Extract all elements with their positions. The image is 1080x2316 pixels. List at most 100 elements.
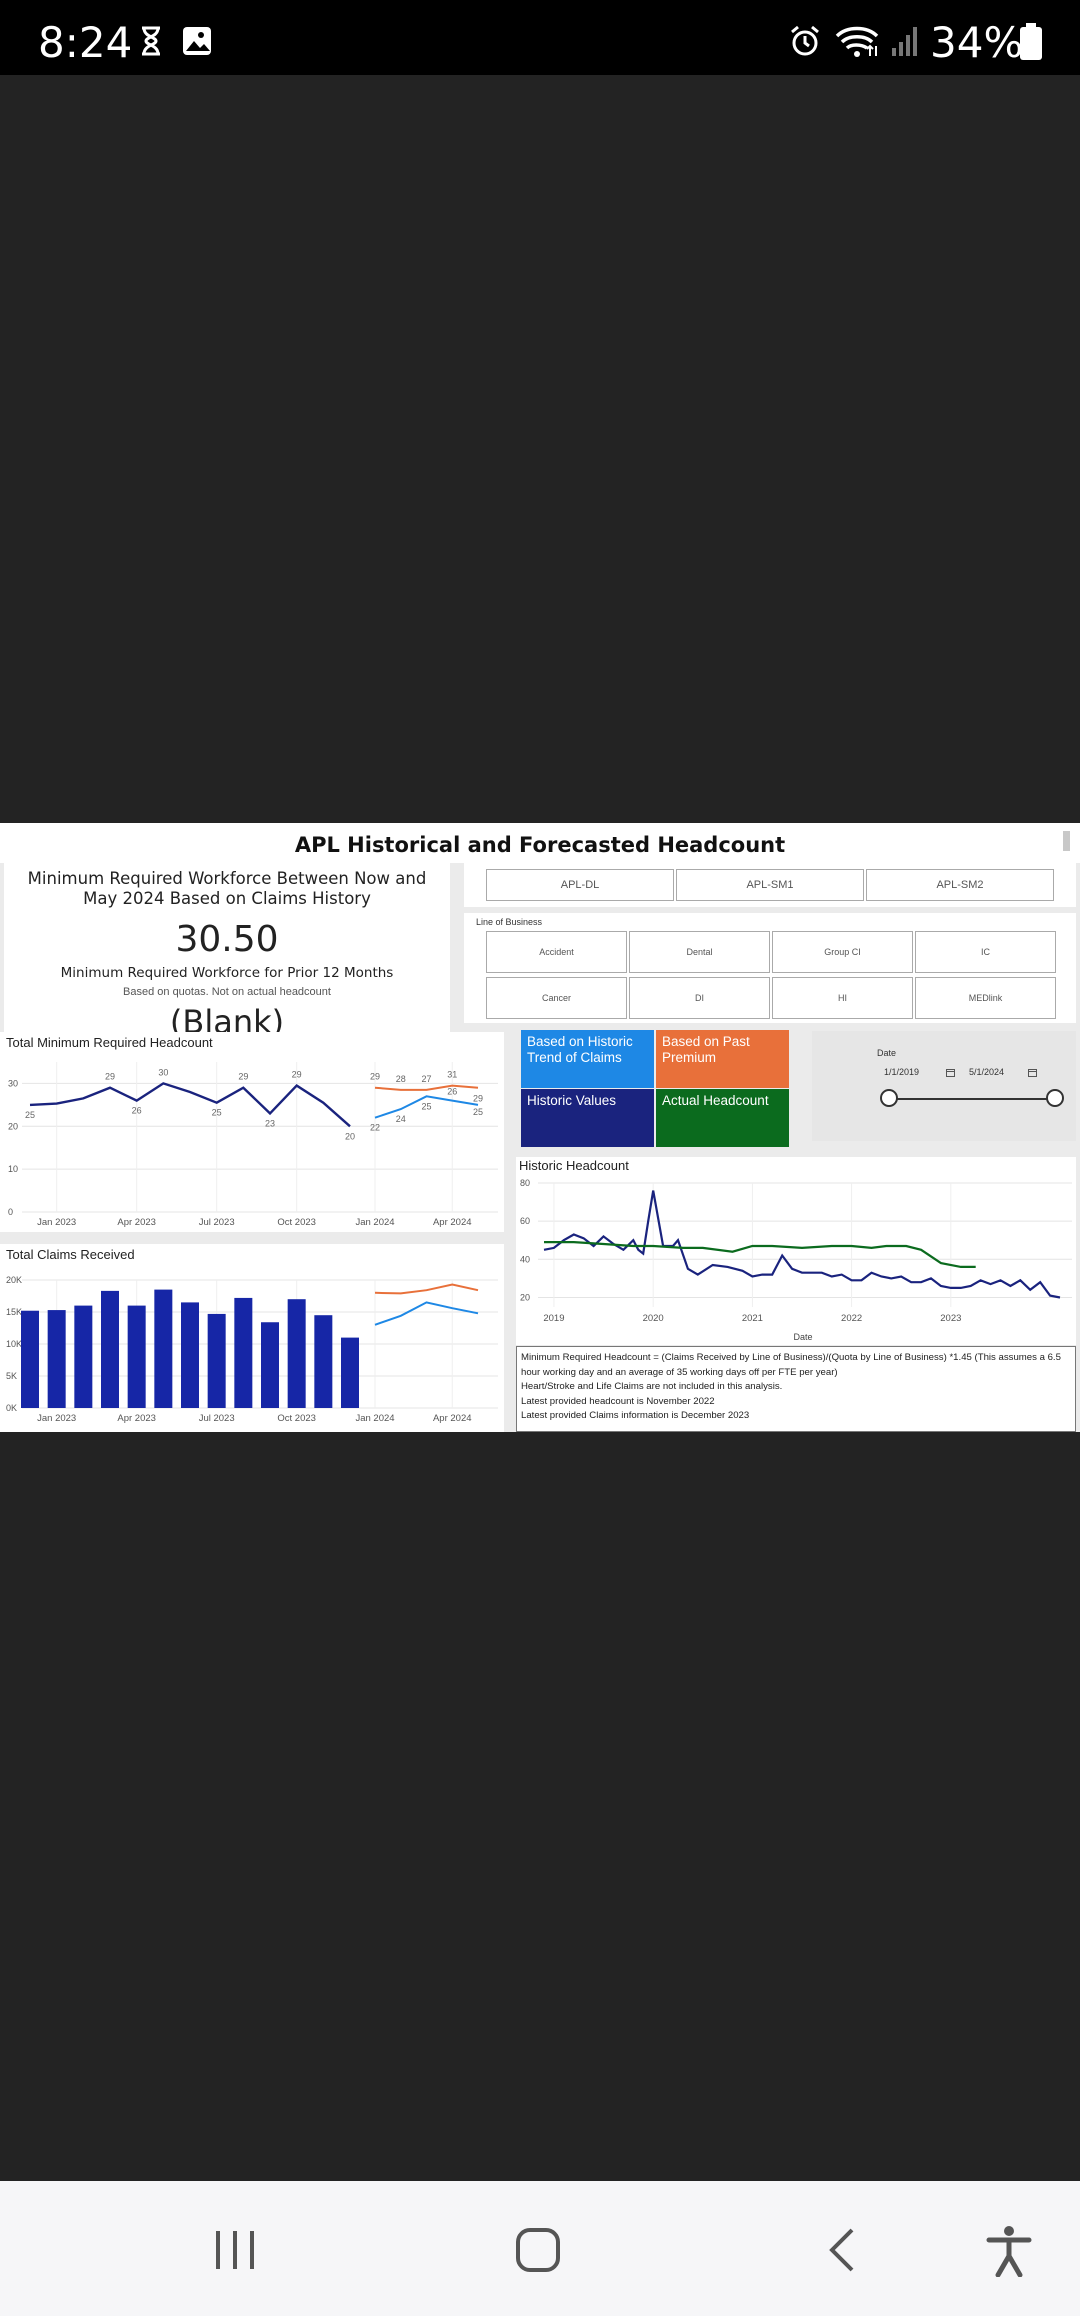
battery-percent: 34% [930,18,1024,67]
x-tick-label: Apr 2024 [433,1413,472,1424]
date-range-end-handle[interactable] [1046,1089,1064,1107]
legend-card-actual-headcount: Actual Headcount [656,1089,789,1147]
claims-bar [154,1289,173,1408]
lob-ic-button[interactable]: IC [915,931,1056,973]
lob-cancer-button[interactable]: Cancer [486,977,627,1019]
wifi-icon [835,26,879,57]
claims-bar [21,1310,39,1408]
slicer-apl-sm2-button[interactable]: APL-SM2 [866,869,1054,901]
x-tick-label: 2020 [643,1313,664,1324]
y-tick-label: 60 [520,1216,530,1226]
data-label: 27 [421,1074,431,1084]
series-line [374,1084,479,1091]
accessibility-icon[interactable] [984,2225,1034,2277]
note-line: Latest provided Claims information is De… [521,1410,750,1421]
x-tick-label: 2022 [841,1313,862,1324]
data-label: 22 [370,1123,380,1133]
y-tick-label: 0 [8,1207,13,1217]
y-tick-label: 5K [6,1371,17,1381]
slicer-apl-sm1-button[interactable]: APL-SM1 [676,869,864,901]
data-label: 26 [132,1106,142,1116]
x-tick-label: Oct 2023 [277,1413,316,1424]
series-line [374,1283,479,1295]
end-calendar-icon[interactable] [1028,1068,1037,1077]
series-line [544,1240,976,1269]
lob-group-ci-button[interactable]: Group CI [772,931,913,973]
claims-bar [207,1313,226,1408]
kpi-subheading: Minimum Required Workforce for Prior 12 … [60,965,394,981]
date-slicer-label: Date [877,1048,897,1058]
series-line [374,1301,479,1326]
status-bar: 8:24 34% [0,0,1080,75]
data-label: 30 [158,1067,168,1077]
y-tick-label: 20K [6,1275,22,1285]
kpi-panel: Minimum Required Workforce Between Now a… [4,863,450,1049]
lob-hi-button[interactable]: HI [772,977,913,1019]
lob-medlink-button[interactable]: MEDlink [915,977,1056,1019]
lob-dental-button[interactable]: Dental [629,931,770,973]
date-range-track[interactable] [889,1098,1055,1100]
legend-card-historic-trend: Based on Historic Trend of Claims [521,1030,654,1088]
y-tick-label: 10 [8,1164,18,1174]
x-tick-label: 2021 [742,1313,763,1324]
back-icon[interactable] [822,2227,868,2273]
x-axis-label: Date [793,1332,812,1342]
claims-bar [181,1302,199,1408]
series-line [543,1190,1061,1299]
report-title: APL Historical and Forecasted Headcount [294,833,786,857]
x-tick-label: Jan 2023 [37,1413,76,1424]
claims-bar [74,1305,93,1408]
navigation-bar [0,2181,1080,2316]
start-calendar-icon[interactable] [946,1068,955,1077]
claims-bar [287,1299,306,1408]
slicer-apl-dl-button[interactable]: APL-DL [486,869,674,901]
data-label: 29 [238,1072,248,1082]
recent-apps-icon[interactable] [212,2227,258,2273]
data-label: 25 [421,1101,431,1111]
home-icon[interactable] [515,2227,561,2273]
legend-card-historic-values: Historic Values [521,1089,654,1147]
note-line: Latest provided headcount is November 20… [521,1395,715,1407]
line-of-business-panel: Line of Business Accident Dental Group C… [464,913,1076,1023]
data-label: 29 [370,1072,380,1082]
claims-bar [341,1337,359,1408]
note-line: Heart/Stroke and Life Claims are not inc… [521,1381,783,1392]
lob-accident-button[interactable]: Accident [486,931,627,973]
date-end-input[interactable]: 5/1/2024 [969,1067,1004,1077]
x-tick-label: Jan 2024 [355,1217,394,1228]
claims-bar [314,1315,333,1408]
x-tick-label: Apr 2023 [117,1413,156,1424]
x-tick-label: Jan 2023 [37,1217,76,1228]
data-label: 26 [447,1087,457,1097]
y-tick-label: 80 [520,1178,530,1188]
legend-card-past-premium: Based on Past Premium [656,1030,789,1088]
battery-icon [1020,23,1042,60]
image-icon [183,27,211,55]
date-range-start-handle[interactable] [880,1089,898,1107]
y-tick-label: 20 [520,1292,530,1302]
date-start-input[interactable]: 1/1/2019 [884,1067,919,1077]
historic-headcount-chart-panel: Historic Headcount 20 40 60 80 2019 2020 2021 2… [516,1157,1076,1345]
data-label: 31 [447,1070,457,1080]
min-headcount-chart-panel: Total Minimum Required Headcount 0 10 20 30… [0,1032,504,1232]
data-label: 29 [292,1070,302,1080]
y-tick-label: 20 [8,1121,18,1131]
lob-di-button[interactable]: DI [629,977,770,1019]
scrollbar-thumb[interactable] [1063,831,1070,851]
line-of-business-label: Line of Business [476,917,543,927]
data-label: 24 [396,1114,406,1124]
y-tick-label: 10K [6,1339,22,1349]
y-tick-label: 0K [6,1403,17,1413]
claims-bar [47,1310,66,1408]
kpi-heading: Minimum Required Workforce Between Now a… [27,869,427,908]
claims-bar [127,1305,146,1408]
data-label: 25 [473,1107,483,1117]
kpi-value: 30.50 [175,919,279,960]
data-label: 25 [25,1110,35,1120]
x-tick-label: Apr 2023 [117,1217,156,1228]
data-label: 28 [396,1074,406,1084]
data-label: 29 [473,1094,483,1104]
claims-bar [261,1322,279,1408]
note-line: Minimum Required Headcount = (Claims Rec… [521,1352,1061,1378]
historic-headcount-chart: 20 40 60 80 2019 2020 2021 2022 2023 Date [520,1178,1072,1342]
